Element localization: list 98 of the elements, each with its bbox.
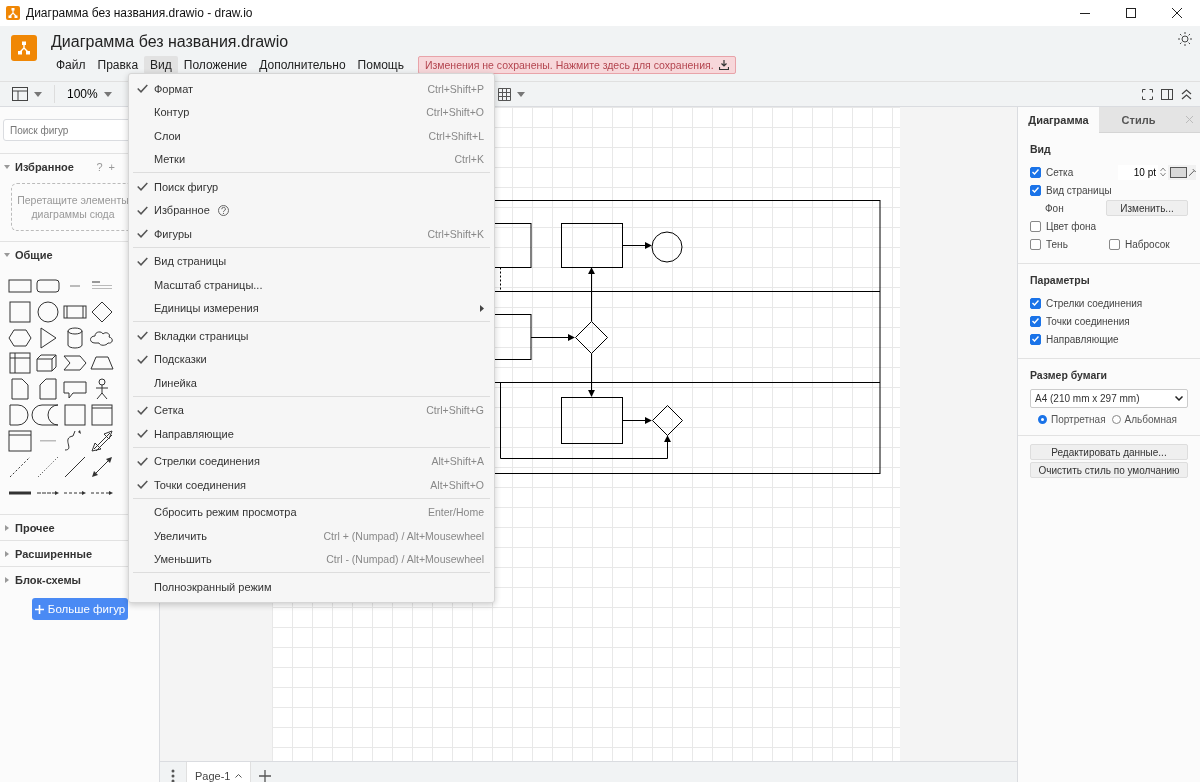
checkbox[interactable] [1030, 184, 1041, 196]
zoom-dropdown[interactable]: 100% [63, 85, 116, 103]
collapse-icon[interactable] [1181, 88, 1192, 100]
grid-size-field[interactable]: 10 pt [1118, 164, 1158, 180]
menu-item[interactable]: Формат Ctrl+Shift+P [129, 77, 494, 101]
app-logo-icon [11, 35, 37, 61]
check-icon [137, 456, 148, 466]
change-background-button[interactable]: Изменить... [1106, 200, 1188, 216]
section-title: Размер бумаги [1030, 369, 1109, 381]
orientation-radio[interactable]: Портретная [1038, 414, 1106, 425]
checkbox[interactable] [1030, 166, 1041, 178]
menu-item[interactable]: Единицы измерения [129, 296, 494, 320]
paper-size-dropdown[interactable]: A4 (210 mm x 297 mm) [1030, 389, 1188, 408]
checkbox-label: Точки соединения [1046, 315, 1130, 327]
dropdown-caret-icon [516, 91, 525, 97]
more-icon[interactable] [171, 768, 175, 782]
shortcut-text: Ctrl+Shift+L [428, 129, 484, 142]
checkbox-label: Сетка [1046, 166, 1074, 178]
menu-item[interactable]: Стрелки соединения Alt+Shift+A [129, 449, 494, 473]
checkbox-label: Направляющие [1046, 333, 1119, 345]
checkbox-label: Стрелки соединения [1046, 297, 1143, 309]
plus-icon [34, 604, 44, 614]
menu-item[interactable]: Точки соединения Alt+Shift+O [129, 473, 494, 497]
eyedropper-icon[interactable] [1189, 168, 1196, 176]
menu-item[interactable]: Сетка Ctrl+Shift+G [129, 398, 494, 422]
submenu-arrow-icon [480, 304, 484, 312]
panel-button[interactable]: Очистить стиль по умолчанию [1030, 462, 1188, 478]
dropdown-caret-icon [34, 91, 42, 97]
collapsed-triangle-icon [4, 524, 10, 531]
page-tab[interactable]: Page-1 [187, 762, 252, 782]
checkbox[interactable] [1030, 297, 1041, 309]
check-icon [137, 182, 148, 192]
checkbox[interactable] [1030, 315, 1041, 327]
sun-icon[interactable] [1178, 32, 1192, 46]
unsaved-changes-notice[interactable]: Изменения не сохранены. Нажмите здесь для сохранения. [417, 56, 736, 74]
menu-item[interactable]: Направляющие [129, 422, 494, 446]
checkbox-label: Тень [1046, 238, 1068, 250]
fullscreen-icon[interactable] [1142, 88, 1153, 100]
menu-item[interactable]: Вид [144, 56, 178, 74]
layout-icon [12, 87, 28, 101]
panel-button[interactable]: Редактировать данные... [1030, 444, 1188, 460]
shortcut-text: Ctrl+Shift+P [427, 82, 484, 95]
expanded-triangle-icon [4, 251, 10, 258]
shortcut-text: Alt+Shift+O [430, 478, 484, 491]
checkbox-label: Вид страницы [1046, 184, 1112, 196]
menu-item[interactable]: Линейка [129, 371, 494, 395]
section-title: Вид [1030, 143, 1052, 155]
background-label: Фон [1045, 202, 1064, 214]
menu-item[interactable]: Вкладки страницы [129, 324, 494, 348]
menu-item[interactable]: Положение [177, 56, 254, 74]
app-logo-icon [6, 6, 20, 20]
add-page-icon[interactable] [259, 769, 272, 782]
checkbox[interactable] [1030, 220, 1041, 232]
collapsed-triangle-icon [4, 576, 10, 583]
file-name[interactable]: Диаграмма без названия.drawio [51, 33, 289, 51]
checkbox-label: Набросок [1125, 238, 1170, 250]
panel-tab[interactable]: Стиль [1099, 107, 1178, 133]
shortcut-text: Ctrl - (Numpad) / Alt+Mousewheel [326, 553, 484, 566]
expanded-triangle-icon [4, 163, 10, 170]
shortcut-text: Ctrl+Shift+O [426, 106, 484, 119]
shortcut-text: Ctrl + (Numpad) / Alt+Mousewheel [323, 529, 484, 542]
section-title: Параметры [1030, 274, 1091, 286]
menu-item[interactable]: Помощь [351, 56, 410, 74]
download-icon [718, 60, 729, 70]
menu-item[interactable]: Дополнительно [253, 56, 352, 74]
dropdown-caret-icon [1175, 396, 1183, 401]
shortcut-text: Ctrl+Shift+G [426, 404, 484, 417]
caret-up-icon [235, 773, 243, 778]
grid-color-swatch[interactable] [1170, 166, 1188, 178]
shortcut-text: Ctrl+K [454, 153, 484, 166]
check-icon [137, 205, 148, 215]
collapsed-triangle-icon [4, 550, 10, 557]
check-icon [137, 429, 148, 439]
checkbox[interactable] [1109, 238, 1120, 250]
shortcut-text: Alt+Shift+A [431, 455, 484, 468]
checkbox[interactable] [1030, 333, 1041, 345]
shortcut-text: Ctrl+Shift+K [427, 227, 484, 240]
spinner-icon[interactable] [1160, 166, 1166, 178]
menu-item[interactable]: Файл [50, 56, 92, 74]
panel-toggle-icon[interactable] [1161, 88, 1173, 100]
check-icon [137, 480, 148, 490]
checkbox[interactable] [1030, 238, 1041, 250]
checkbox-label: Цвет фона [1046, 220, 1097, 232]
check-icon [137, 256, 148, 266]
shortcut-text: Enter/Home [427, 506, 484, 519]
grid-icon [497, 87, 511, 101]
check-icon [137, 229, 148, 239]
check-icon [137, 84, 148, 94]
menu-item[interactable]: Масштаб страницы... [129, 273, 494, 297]
menu-item[interactable]: Подсказки [129, 347, 494, 371]
check-icon [137, 331, 148, 341]
menu-item[interactable]: Правка [91, 56, 145, 74]
orientation-radio[interactable]: Альбомная [1111, 414, 1177, 425]
help-icon[interactable] [217, 204, 229, 216]
dropdown-caret-icon [103, 91, 112, 97]
window-title: Диаграмма без названия.drawio - draw.io [26, 6, 253, 20]
check-icon [137, 354, 148, 364]
check-icon [137, 405, 148, 415]
